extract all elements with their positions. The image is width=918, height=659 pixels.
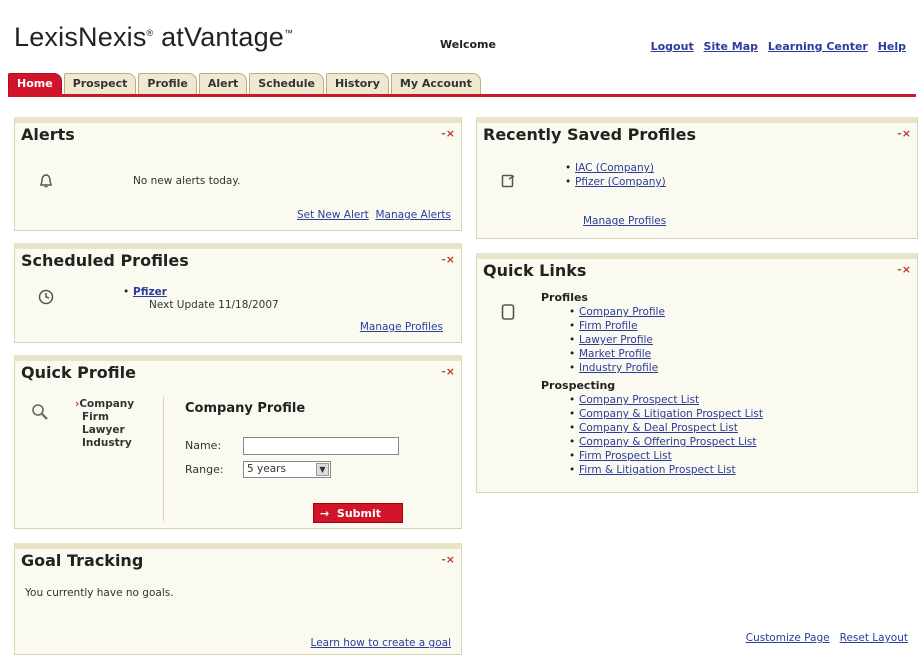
quick-link-lawyer-profile[interactable]: Lawyer Profile <box>579 334 653 346</box>
quick-links-panel: Quick Links -× Profiles Company Profile … <box>476 253 918 493</box>
close-icon[interactable]: × <box>902 127 911 140</box>
close-icon[interactable]: × <box>446 253 455 266</box>
quick-link-company-prospect-list[interactable]: Company Prospect List <box>579 394 699 406</box>
scheduled-item-link[interactable]: Pfizer <box>133 286 167 298</box>
chevron-down-icon: ▼ <box>316 463 329 476</box>
panel-controls[interactable]: -× <box>897 263 911 276</box>
scheduled-profiles-panel: Scheduled Profiles -× Pfizer Next Update… <box>14 243 462 343</box>
quick-link-company-profile[interactable]: Company Profile <box>579 306 665 318</box>
header: LexisNexis® atVantage™ Welcome Logout Si… <box>0 0 918 72</box>
document-icon <box>497 301 519 323</box>
recent-profile-link[interactable]: IAC (Company) <box>575 162 654 174</box>
prospecting-heading: Prospecting <box>541 379 616 392</box>
panel-controls[interactable]: -× <box>897 127 911 140</box>
quick-profile-panel: Quick Profile -× Company Firm Lawyer Ind… <box>14 355 462 529</box>
tab-schedule[interactable]: Schedule <box>249 73 324 95</box>
app-logo: LexisNexis® atVantage™ <box>14 22 294 52</box>
profile-type-lawyer[interactable]: Lawyer <box>75 424 134 437</box>
range-label: Range: <box>185 463 224 476</box>
quick-link-firm-litigation-prospect-list[interactable]: Firm & Litigation Prospect List <box>579 464 736 476</box>
panel-title: Alerts <box>21 125 75 144</box>
name-label: Name: <box>185 439 222 452</box>
close-icon[interactable]: × <box>446 553 455 566</box>
quick-link-firm-prospect-list[interactable]: Firm Prospect List <box>579 450 672 462</box>
logo-sub-text: atVantage <box>161 22 284 52</box>
panel-controls[interactable]: -× <box>441 365 455 378</box>
logout-link[interactable]: Logout <box>651 40 694 53</box>
tab-alert[interactable]: Alert <box>198 73 248 95</box>
tab-prospect[interactable]: Prospect <box>63 73 137 95</box>
quick-link-company-litigation-prospect-list[interactable]: Company & Litigation Prospect List <box>579 408 763 420</box>
profile-type-company[interactable]: Company <box>75 398 134 411</box>
welcome-text: Welcome <box>440 38 496 51</box>
profiles-heading: Profiles <box>541 291 588 304</box>
recent-profile-link[interactable]: Pfizer (Company) <box>575 176 666 188</box>
tab-profile[interactable]: Profile <box>138 73 197 95</box>
quick-link-market-profile[interactable]: Market Profile <box>579 348 651 360</box>
name-input[interactable] <box>243 437 399 455</box>
close-icon[interactable]: × <box>446 365 455 378</box>
learn-create-goal-link[interactable]: Learn how to create a goal <box>311 637 451 649</box>
saved-document-icon <box>497 170 519 192</box>
no-goals-message: You currently have no goals. <box>25 587 174 599</box>
arrow-right-icon: → <box>320 507 330 520</box>
quick-link-industry-profile[interactable]: Industry Profile <box>579 362 658 374</box>
magnifier-icon <box>29 401 51 423</box>
reset-layout-link[interactable]: Reset Layout <box>840 632 908 644</box>
panel-controls[interactable]: -× <box>441 253 455 266</box>
range-select[interactable]: 5 years ▼ <box>243 461 331 478</box>
bell-icon <box>35 170 57 192</box>
goal-tracking-panel: Goal Tracking -× You currently have no g… <box>14 543 462 655</box>
customize-page-link[interactable]: Customize Page <box>746 632 830 644</box>
no-alerts-message: No new alerts today. <box>133 175 241 187</box>
quick-profile-divider <box>163 397 164 521</box>
range-select-value: 5 years <box>247 463 286 475</box>
manage-saved-profiles-link[interactable]: Manage Profiles <box>583 215 666 227</box>
tab-home[interactable]: Home <box>8 73 62 95</box>
recently-saved-profiles-panel: Recently Saved Profiles -× IAC (Company)… <box>476 117 918 239</box>
main-tabs: Home Prospect Profile Alert Schedule His… <box>8 73 483 95</box>
panel-controls[interactable]: -× <box>441 127 455 140</box>
alerts-panel: Alerts -× No new alerts today. Set New A… <box>14 117 462 231</box>
tab-my-account[interactable]: My Account <box>390 73 481 95</box>
site-map-link[interactable]: Site Map <box>704 40 758 53</box>
footer-links: Customize Page Reset Layout <box>746 632 908 644</box>
learning-center-link[interactable]: Learning Center <box>768 40 868 53</box>
close-icon[interactable]: × <box>902 263 911 276</box>
form-title: Company Profile <box>185 401 306 416</box>
submit-button[interactable]: → Submit <box>313 503 403 523</box>
manage-alerts-link[interactable]: Manage Alerts <box>375 209 451 221</box>
panel-controls[interactable]: -× <box>441 553 455 566</box>
quick-link-company-offering-prospect-list[interactable]: Company & Offering Prospect List <box>579 436 757 448</box>
top-links: Logout Site Map Learning Center Help <box>645 40 906 53</box>
quick-link-company-deal-prospect-list[interactable]: Company & Deal Prospect List <box>579 422 738 434</box>
close-icon[interactable]: × <box>446 127 455 140</box>
tab-underline <box>8 94 916 97</box>
panel-title: Quick Profile <box>21 363 136 382</box>
profile-type-industry[interactable]: Industry <box>75 437 134 450</box>
set-new-alert-link[interactable]: Set New Alert <box>297 209 369 221</box>
logo-main-text: LexisNexis <box>14 22 147 52</box>
help-link[interactable]: Help <box>878 40 906 53</box>
tab-history[interactable]: History <box>325 73 389 95</box>
submit-label: Submit <box>336 507 382 520</box>
panel-title: Recently Saved Profiles <box>483 125 696 144</box>
panel-title: Scheduled Profiles <box>21 251 189 270</box>
manage-scheduled-profiles-link[interactable]: Manage Profiles <box>360 321 443 333</box>
panel-title: Quick Links <box>483 261 587 280</box>
profile-type-firm[interactable]: Firm <box>75 411 134 424</box>
next-update-text: Next Update 11/18/2007 <box>149 299 279 311</box>
clock-icon <box>35 286 57 308</box>
quick-link-firm-profile[interactable]: Firm Profile <box>579 320 638 332</box>
panel-title: Goal Tracking <box>21 551 144 570</box>
